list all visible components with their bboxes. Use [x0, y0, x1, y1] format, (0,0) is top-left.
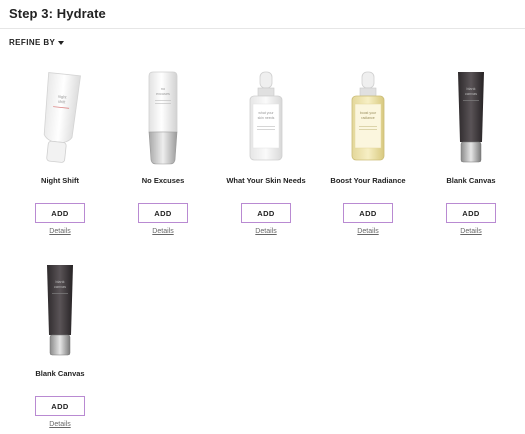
product-card: night shift Night Shift ADD Details — [10, 70, 110, 235]
svg-text:canvas: canvas — [54, 285, 66, 289]
add-button[interactable]: ADD — [446, 203, 496, 223]
page-title: Step 3: Hydrate — [9, 6, 106, 21]
dark-tube-icon: blank canvas — [47, 265, 73, 356]
product-name: Blank Canvas — [35, 369, 85, 378]
title-divider — [0, 28, 525, 29]
white-bottle-icon: no excuses — [148, 71, 178, 165]
svg-text:canvas: canvas — [465, 92, 477, 96]
svg-text:boost your: boost your — [360, 111, 377, 115]
refine-by-dropdown[interactable]: REFINE BY — [9, 38, 65, 47]
svg-text:skin needs: skin needs — [258, 116, 275, 120]
product-name: Night Shift — [41, 176, 79, 185]
dark-tube-icon: blank canvas — [458, 72, 484, 163]
product-card: boost your radiance Boost Your Radiance … — [318, 70, 418, 235]
product-name: Blank Canvas — [446, 176, 496, 185]
product-name: No Excuses — [141, 176, 185, 185]
svg-text:what your: what your — [258, 111, 274, 115]
product-card: no excuses No Excuses ADD Details — [113, 70, 213, 235]
add-button[interactable]: ADD — [138, 203, 188, 223]
product-card: blank canvas Blank Canvas ADD Details — [10, 263, 110, 428]
product-card: what your skin needs What Your Skin Need… — [216, 70, 316, 235]
details-link[interactable]: Details — [255, 228, 276, 235]
product-card: blank canvas Blank Canvas ADD Details — [421, 70, 521, 235]
svg-text:blank: blank — [55, 280, 64, 284]
details-link[interactable]: Details — [49, 421, 70, 428]
product-name: Boost Your Radiance — [330, 176, 406, 185]
caret-down-icon — [58, 40, 65, 45]
clear-dropper-bottle-icon: what your skin needs — [249, 71, 283, 161]
svg-text:no: no — [161, 87, 165, 91]
svg-text:radiance: radiance — [361, 116, 374, 120]
details-link[interactable]: Details — [152, 228, 173, 235]
refine-by-label: REFINE BY — [9, 38, 56, 47]
product-name: What Your Skin Needs — [226, 176, 306, 185]
details-link[interactable]: Details — [49, 228, 70, 235]
add-button[interactable]: ADD — [241, 203, 291, 223]
svg-text:excuses: excuses — [156, 92, 170, 96]
add-button[interactable]: ADD — [35, 396, 85, 416]
svg-text:blank: blank — [466, 87, 475, 91]
details-link[interactable]: Details — [357, 228, 378, 235]
add-button[interactable]: ADD — [35, 203, 85, 223]
yellow-dropper-bottle-icon: boost your radiance — [351, 71, 385, 161]
add-button[interactable]: ADD — [343, 203, 393, 223]
details-link[interactable]: Details — [460, 228, 481, 235]
white-tube-icon: night shift — [43, 72, 81, 163]
